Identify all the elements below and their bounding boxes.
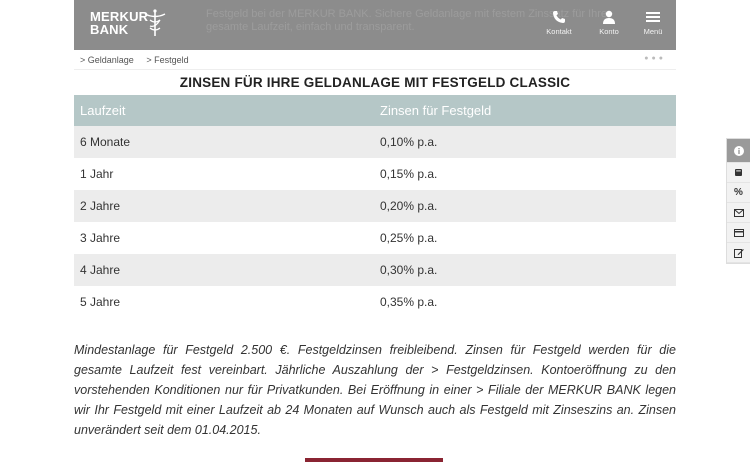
sidebar-edit[interactable] [727,243,750,263]
header-laufzeit: Laufzeit [74,95,374,126]
menu-label: Menü [643,27,663,36]
caduceus-icon [144,9,166,36]
table-header-row: Laufzeit Zinsen für Festgeld [74,95,676,126]
info-icon [733,145,744,156]
sidebar-card[interactable] [727,223,750,243]
table-row: 6 Monate 0,10% p.a. [74,126,676,158]
breadcrumb-bar: > Geldanlage > Festgeld ●●● [74,50,676,70]
logo[interactable]: MERKUR BANK [90,10,148,36]
table-row: 1 Jahr 0,15% p.a. [74,158,676,190]
twitter-icon[interactable]: ● [652,55,659,62]
sidebar-info[interactable] [727,139,750,163]
cta-button[interactable] [305,458,443,462]
sidebar-mail[interactable] [727,203,750,223]
laufzeit-cell: 6 Monate [74,126,374,158]
user-icon [603,10,615,24]
zins-cell: 0,30% p.a. [374,254,676,286]
sidebar-percent[interactable]: % [727,183,750,203]
breadcrumb-geldanlage[interactable]: > Geldanlage [80,55,134,65]
konto-label: Konto [599,27,619,36]
zins-cell: 0,10% p.a. [374,126,676,158]
table-row: 2 Jahre 0,20% p.a. [74,190,676,222]
menu-button[interactable]: Menü [631,10,675,36]
youtube-icon[interactable]: ● [659,55,666,62]
zins-cell: 0,25% p.a. [374,222,676,254]
sidebar-book[interactable] [727,163,750,183]
zins-cell: 0,20% p.a. [374,190,676,222]
card-icon [733,228,744,237]
page-title: ZINSEN FÜR IHRE GELDANLAGE MIT FESTGELD … [179,75,571,90]
laufzeit-cell: 2 Jahre [74,190,374,222]
header-zinsen: Zinsen für Festgeld [374,95,676,126]
kontakt-button[interactable]: Kontakt [537,10,581,36]
zins-cell: 0,35% p.a. [374,286,676,318]
zins-cell: 0,15% p.a. [374,158,676,190]
rates-table: Laufzeit Zinsen für Festgeld 6 Monate 0,… [74,95,676,318]
laufzeit-cell: 3 Jahre [74,222,374,254]
site-header: MERKUR BANK Festgeld bei der MERKUR BANK… [74,0,676,50]
table-row: 4 Jahre 0,30% p.a. [74,254,676,286]
laufzeit-cell: 1 Jahr [74,158,374,190]
kontakt-label: Kontakt [546,27,572,36]
conditions-note: Mindestanlage für Festgeld 2.500 €. Fest… [74,343,676,437]
percent-icon: % [734,187,743,198]
logo-line2: BANK [90,22,129,37]
table-row: 3 Jahre 0,25% p.a. [74,222,676,254]
phone-icon [553,11,565,23]
social-links: ●●● [644,55,666,62]
breadcrumb-festgeld[interactable]: > Festgeld [146,55,188,65]
konto-button[interactable]: Konto [587,10,631,36]
laufzeit-cell: 5 Jahre [74,286,374,318]
breadcrumb: > Geldanlage > Festgeld [80,55,199,65]
laufzeit-cell: 4 Jahre [74,254,374,286]
mail-icon [733,208,744,217]
edit-icon [733,248,744,258]
table-row: 5 Jahre 0,35% p.a. [74,286,676,318]
hamburger-icon [646,12,660,22]
quick-sidebar: % [726,138,750,264]
book-icon [735,169,742,176]
google-plus-icon[interactable]: ● [644,55,651,62]
